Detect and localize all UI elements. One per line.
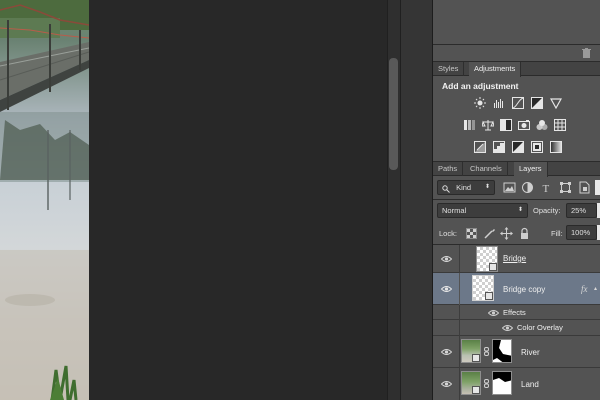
visibility-eye-icon[interactable] bbox=[502, 324, 513, 332]
effect-name: Color Overlay bbox=[517, 323, 563, 332]
svg-text:T: T bbox=[543, 183, 550, 194]
opacity-label: Opacity: bbox=[533, 206, 561, 215]
lock-transparent-pixels-icon[interactable] bbox=[465, 227, 478, 240]
kind-label: Kind bbox=[456, 183, 472, 192]
divider bbox=[433, 44, 600, 45]
photo-filter-icon[interactable] bbox=[518, 119, 530, 131]
adjustments-tab-bar: Styles Adjustments bbox=[433, 62, 600, 77]
curves-icon[interactable] bbox=[512, 97, 524, 109]
gradient-map-icon[interactable] bbox=[550, 141, 562, 153]
layer-filter-kind-select[interactable]: Kind ⬍ bbox=[437, 180, 495, 195]
type-filter-icon[interactable]: T bbox=[540, 181, 553, 194]
layer-mask-thumbnail[interactable] bbox=[492, 339, 512, 363]
canvas-pasteboard[interactable] bbox=[89, 0, 387, 400]
layer-thumbnail[interactable] bbox=[476, 246, 498, 272]
smart-object-badge-icon bbox=[472, 386, 480, 394]
right-panel-dock: Styles Adjustments Add an adjustment Pat… bbox=[433, 0, 600, 400]
smart-object-badge-icon bbox=[485, 292, 493, 300]
lock-label: Lock: bbox=[439, 229, 457, 238]
smart-object-filter-icon[interactable] bbox=[578, 181, 591, 194]
tab-adjustments[interactable]: Adjustments bbox=[469, 62, 522, 77]
visibility-eye-icon[interactable] bbox=[441, 348, 452, 356]
divider bbox=[459, 245, 460, 273]
hue-saturation-icon[interactable] bbox=[464, 119, 476, 131]
channel-mixer-icon[interactable] bbox=[536, 119, 548, 131]
lock-image-pixels-icon[interactable] bbox=[483, 227, 496, 240]
divider bbox=[459, 336, 460, 368]
smart-object-badge-icon bbox=[472, 354, 480, 362]
effect-item-color-overlay[interactable]: Color Overlay bbox=[433, 320, 600, 336]
layer-name[interactable]: River bbox=[521, 348, 540, 357]
layer-name[interactable]: Land bbox=[521, 380, 539, 389]
visibility-eye-icon[interactable] bbox=[488, 309, 499, 317]
adjustment-filter-icon[interactable] bbox=[521, 181, 534, 194]
divider bbox=[459, 305, 460, 320]
layer-name[interactable]: Bridge copy bbox=[503, 285, 545, 294]
color-lookup-icon[interactable] bbox=[554, 119, 566, 131]
chain-link-icon[interactable] bbox=[484, 379, 489, 388]
effects-expand-chevron-icon[interactable]: ▴ bbox=[594, 285, 597, 292]
exposure-icon[interactable] bbox=[531, 97, 543, 109]
filter-toggle[interactable] bbox=[595, 180, 600, 195]
threshold-icon[interactable] bbox=[512, 141, 524, 153]
layers-tab-bar: Paths Channels Layers bbox=[433, 162, 600, 177]
vibrance-icon[interactable] bbox=[550, 97, 562, 109]
scrollbar-thumb[interactable] bbox=[389, 58, 398, 170]
opacity-input[interactable]: 25% bbox=[566, 203, 597, 218]
visibility-eye-icon[interactable] bbox=[441, 380, 452, 388]
layer-effects-fx-icon[interactable]: fx bbox=[581, 284, 588, 294]
selective-color-icon[interactable] bbox=[531, 141, 543, 153]
layer-row-bridge-copy[interactable]: Bridge copy fx ▴ bbox=[433, 273, 600, 305]
divider bbox=[433, 199, 600, 200]
document-canvas-image[interactable] bbox=[0, 0, 89, 400]
fill-label: Fill: bbox=[551, 229, 563, 238]
shape-filter-icon[interactable] bbox=[559, 181, 572, 194]
tab-styles[interactable]: Styles bbox=[433, 62, 465, 76]
effects-label: Effects bbox=[503, 308, 526, 317]
blend-mode-value: Normal bbox=[442, 206, 467, 215]
layer-thumbnail[interactable] bbox=[461, 371, 481, 395]
trash-icon[interactable] bbox=[582, 48, 591, 58]
visibility-eye-icon[interactable] bbox=[441, 255, 452, 263]
tab-layers[interactable]: Layers bbox=[514, 162, 548, 177]
layer-thumbnail[interactable] bbox=[472, 275, 494, 301]
fill-input[interactable]: 100% bbox=[566, 225, 597, 240]
brightness-contrast-icon[interactable] bbox=[474, 97, 486, 109]
layer-mask-thumbnail[interactable] bbox=[492, 371, 512, 395]
lock-all-icon[interactable] bbox=[518, 227, 531, 240]
layer-thumbnail[interactable] bbox=[461, 339, 481, 363]
color-balance-icon[interactable] bbox=[482, 119, 494, 131]
smart-object-badge-icon bbox=[489, 263, 497, 271]
divider bbox=[459, 320, 460, 336]
lock-position-icon[interactable] bbox=[500, 227, 513, 240]
stepper-arrows-icon: ⬍ bbox=[484, 184, 490, 190]
stepper-arrows-icon: ⬍ bbox=[517, 207, 523, 213]
levels-icon[interactable] bbox=[493, 97, 505, 109]
posterize-icon[interactable] bbox=[493, 141, 505, 153]
invert-icon[interactable] bbox=[474, 141, 486, 153]
layer-row-river[interactable]: River bbox=[433, 336, 600, 368]
tab-channels[interactable]: Channels bbox=[465, 162, 508, 176]
visibility-eye-icon[interactable] bbox=[441, 285, 452, 293]
chain-link-icon[interactable] bbox=[484, 347, 489, 356]
search-icon bbox=[442, 184, 450, 193]
adjustments-title: Add an adjustment bbox=[442, 81, 519, 91]
panel-dock-collapsed bbox=[401, 0, 433, 400]
layer-row-land[interactable]: Land bbox=[433, 368, 600, 400]
black-white-icon[interactable] bbox=[500, 119, 512, 131]
layer-row-bridge[interactable]: Bridge bbox=[433, 245, 600, 273]
divider bbox=[459, 273, 460, 305]
blend-mode-select[interactable]: Normal ⬍ bbox=[437, 203, 528, 218]
layer-name[interactable]: Bridge bbox=[503, 254, 526, 263]
pixel-filter-icon[interactable] bbox=[503, 181, 516, 194]
divider bbox=[459, 368, 460, 400]
tab-paths[interactable]: Paths bbox=[433, 162, 464, 176]
effects-row[interactable]: Effects bbox=[433, 305, 600, 320]
